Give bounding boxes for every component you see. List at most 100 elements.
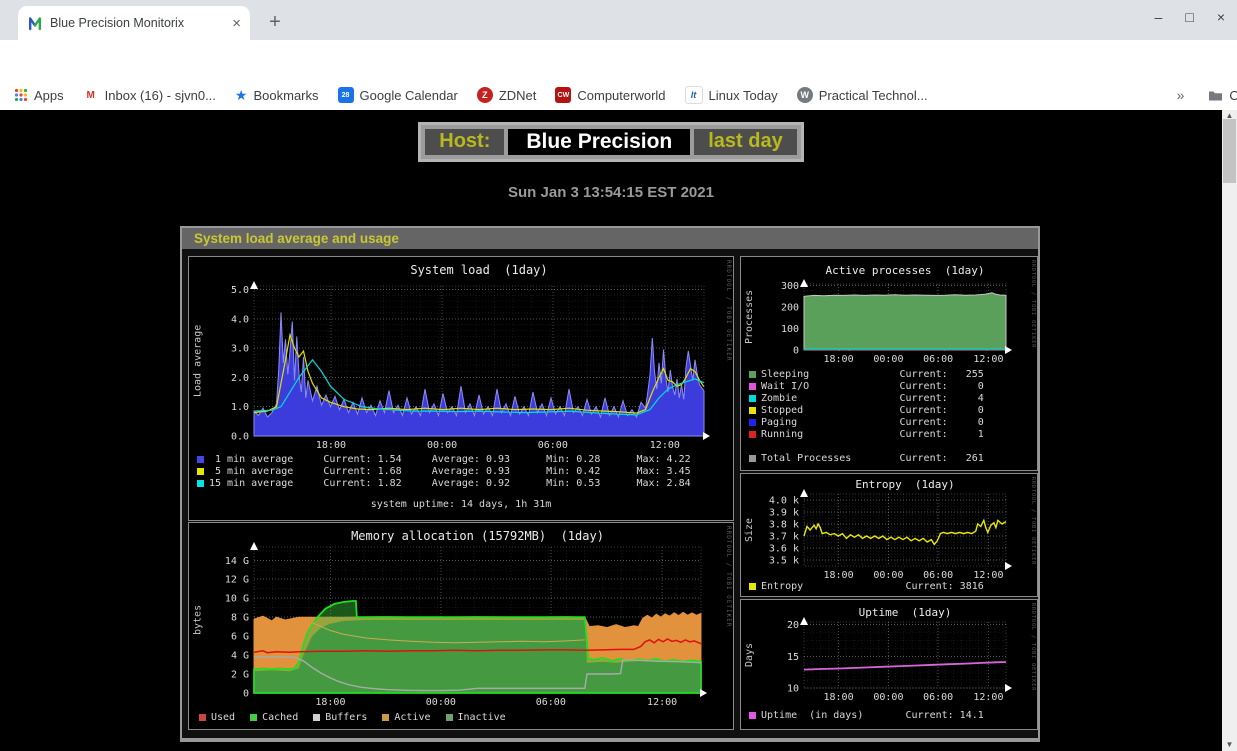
y-tick-label: 20 (787, 620, 799, 631)
rrdtool-credit: RRDTOOL / TOBI OETIKER (1030, 477, 1036, 565)
wordpress-icon: W (797, 87, 813, 103)
legend-swatch (749, 431, 756, 438)
x-axis-arrow (703, 432, 710, 440)
y-tick-label: 100 (781, 324, 799, 335)
y-tick-label: 3.6 k (769, 544, 799, 555)
system-uptime-note: system uptime: 14 days, 1h 31m (189, 499, 733, 510)
legend-row: Uptime (in days) Current: 14.1 (749, 710, 984, 721)
legend-row: Running Current: 1 (749, 429, 984, 440)
legend-swatch (749, 383, 756, 390)
y-axis-arrow (250, 542, 258, 550)
zdnet-icon: Z (477, 87, 493, 103)
browser-tab[interactable]: Blue Precision Monitorix × (18, 6, 250, 40)
bookmarks-overflow-chevron[interactable]: » (1177, 87, 1185, 103)
bookmark-computerworld[interactable]: CW Computerworld (555, 87, 665, 103)
chart-title: Active processes (1day) (804, 264, 1006, 277)
y-axis-label: bytes (191, 547, 205, 693)
bookmark-linux-today[interactable]: lt Linux Today (685, 86, 778, 104)
x-tick-label: 00:00 (426, 697, 456, 708)
scrollbar-thumb[interactable] (1223, 119, 1236, 183)
legend-row: 5 min average Current: 1.68 Average: 0.9… (197, 466, 691, 477)
bookmark-google-calendar[interactable]: 28 Google Calendar (338, 87, 458, 103)
legend-total-row: Total Processes Current: 261 (749, 453, 984, 464)
memory-legend: Used Cached Buffers Active Inactive (199, 712, 506, 723)
legend-swatch (749, 455, 756, 462)
y-tick-label: 300 (781, 281, 799, 292)
x-tick-label: 06:00 (538, 440, 568, 451)
legend-row: 15 min average Current: 1.82 Average: 0.… (197, 478, 691, 489)
x-tick-label: 00:00 (873, 570, 903, 581)
y-tick-label: 4.0 (231, 314, 249, 325)
x-tick-label: 12:00 (647, 697, 677, 708)
x-tick-label: 00:00 (873, 354, 903, 365)
y-tick-label: 0 (793, 346, 799, 357)
memory-graph[interactable]: 02 G4 G6 G8 G10 G12 G14 G18:0000:0006:00… (189, 523, 733, 729)
tab-close-icon[interactable]: × (232, 16, 241, 31)
y-tick-label: 3.0 (231, 344, 249, 355)
legend-swatch (382, 714, 389, 721)
other-bookmarks[interactable]: Other bookmarks (1208, 88, 1237, 103)
tab-title: Blue Precision Monitorix (50, 16, 225, 30)
bookmarks-bar: Apps M Inbox (16) - sjvn0... ★ Bookmarks… (0, 80, 1237, 110)
y-axis-arrow (800, 279, 808, 287)
report-date: Sun Jan 3 13:54:15 EST 2021 (0, 184, 1222, 201)
x-tick-label: 00:00 (873, 692, 903, 703)
bookmark-bookmarks[interactable]: ★ Bookmarks (235, 87, 319, 104)
bookmark-inbox[interactable]: M Inbox (16) - sjvn0... (83, 87, 216, 103)
bookmark-practical-technology[interactable]: W Practical Technol... (797, 87, 928, 103)
y-tick-label: 0 (243, 689, 249, 700)
y-tick-label: 14 G (225, 556, 249, 567)
entropy-panel: 3.5 k3.6 k3.7 k3.8 k3.9 k4.0 k18:0000:00… (740, 473, 1038, 597)
series-uptime (804, 662, 1006, 670)
legend-swatch (197, 468, 204, 475)
window-controls: – □ × (1155, 9, 1225, 25)
minimize-button[interactable]: – (1155, 9, 1163, 25)
y-tick-label: 3.5 k (769, 556, 799, 567)
legend-row: Sleeping Current: 255 (749, 369, 984, 380)
host-name: Blue Precision (508, 129, 690, 155)
rrdtool-credit: RRDTOOL / TOBI OETIKER (1030, 260, 1036, 348)
y-axis-label: Size (743, 494, 756, 566)
x-tick-label: 12:00 (973, 570, 1003, 581)
series-sleeping (804, 293, 1006, 350)
x-tick-label: 12:00 (973, 354, 1003, 365)
star-icon: ★ (235, 87, 248, 104)
x-tick-label: 12:00 (650, 440, 680, 451)
x-axis-arrow (1005, 562, 1012, 570)
new-tab-button[interactable]: + (262, 10, 288, 36)
system-load-panel: 0.01.02.03.04.05.018:0000:0006:0012:00 S… (188, 256, 734, 521)
y-tick-label: 4.0 k (769, 496, 799, 507)
close-button[interactable]: × (1217, 9, 1225, 25)
when-label: last day (694, 129, 796, 155)
x-tick-label: 00:00 (427, 440, 457, 451)
bookmark-zdnet[interactable]: Z ZDNet (477, 87, 537, 103)
maximize-button[interactable]: □ (1185, 9, 1193, 25)
vertical-scrollbar[interactable]: ▲ ▼ (1222, 110, 1237, 751)
chart-title: Uptime (1day) (804, 606, 1006, 619)
gmail-icon: M (83, 87, 99, 103)
y-tick-label: 12 G (225, 575, 249, 586)
y-tick-label: 3.9 k (769, 508, 799, 519)
legend-swatch (313, 714, 320, 721)
x-tick-label: 18:00 (316, 440, 346, 451)
y-tick-label: 8 G (231, 613, 249, 624)
y-tick-label: 6 G (231, 632, 249, 643)
legend-swatch (250, 714, 257, 721)
chart-title: Entropy (1day) (804, 478, 1006, 491)
host-table: Host: Blue Precision last day (418, 122, 803, 162)
x-tick-label: 12:00 (973, 692, 1003, 703)
y-tick-label: 10 (787, 684, 799, 695)
legend-swatch (749, 407, 756, 414)
memory-panel: 02 G4 G6 G8 G10 G12 G14 G18:0000:0006:00… (188, 522, 734, 730)
x-tick-label: 06:00 (923, 570, 953, 581)
x-axis-arrow (700, 689, 707, 697)
scroll-down-icon[interactable]: ▼ (1222, 739, 1237, 751)
x-tick-label: 06:00 (923, 692, 953, 703)
entropy-graph[interactable]: 3.5 k3.6 k3.7 k3.8 k3.9 k4.0 k18:0000:00… (741, 474, 1037, 596)
y-tick-label: 200 (781, 303, 799, 314)
x-tick-label: 18:00 (823, 692, 853, 703)
y-tick-label: 1.0 (231, 402, 249, 413)
tab-strip: Blue Precision Monitorix × + – □ × (0, 0, 1237, 40)
apps-shortcut[interactable]: Apps (14, 88, 64, 103)
legend-row: Entropy Current: 3816 (749, 581, 984, 592)
